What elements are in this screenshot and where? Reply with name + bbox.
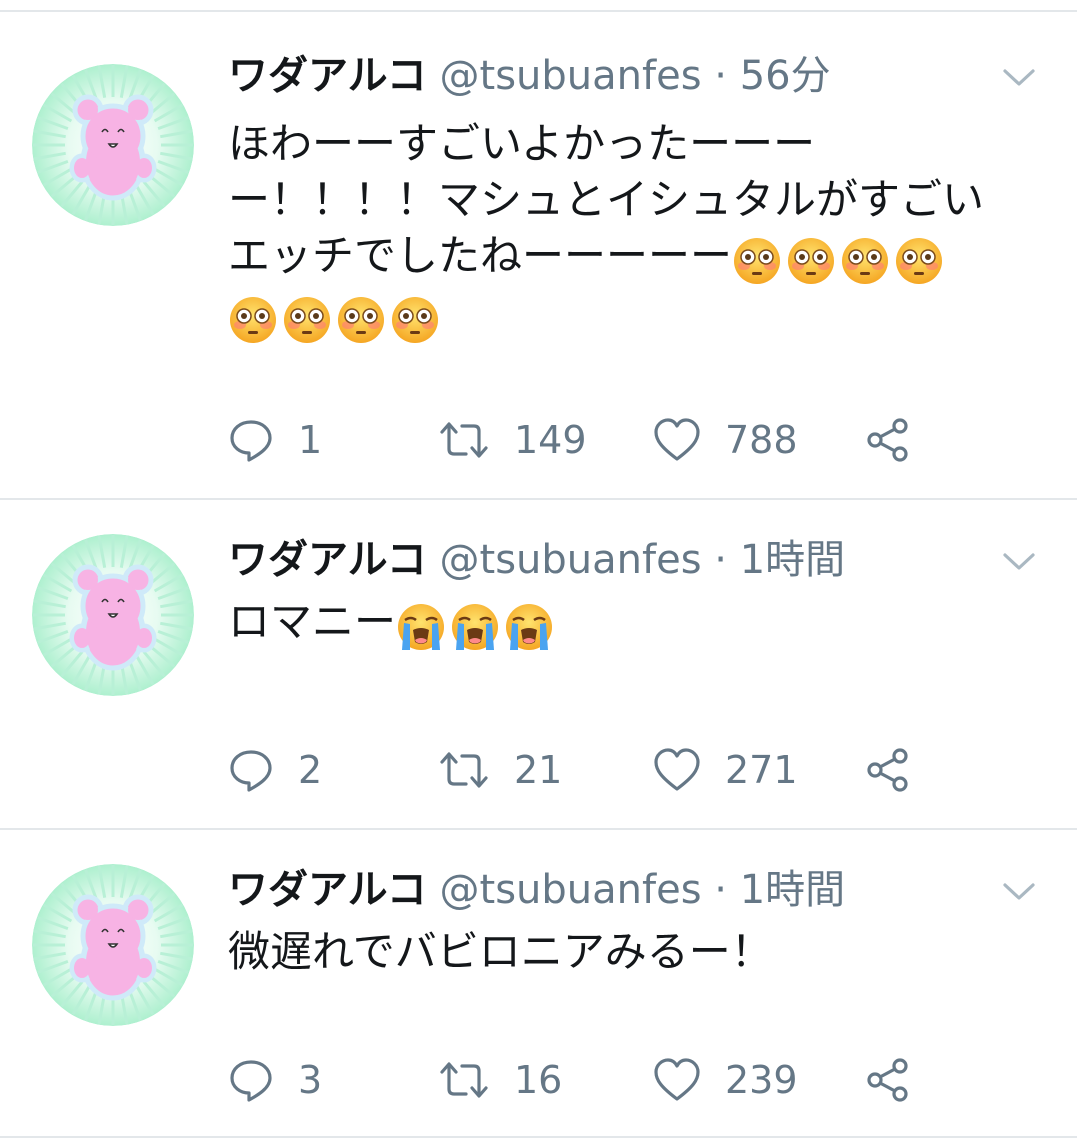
loudly-crying-face-emoji: [398, 604, 445, 650]
separator-dot: ·: [714, 537, 727, 583]
user-handle[interactable]: @tsubuanfes: [440, 537, 702, 583]
flushed-face-emoji: [392, 296, 438, 343]
chevron-down-icon[interactable]: [999, 876, 1039, 906]
avatar[interactable]: [32, 534, 194, 696]
like-count: 239: [725, 1058, 798, 1102]
tweet-1[interactable]: ワダアルコ @tsubuanfes · 56分 ほわーーすごいよかったーーー ー…: [0, 12, 1077, 500]
tweet-header: ワダアルコ @tsubuanfes · 1時間: [228, 530, 997, 590]
reply-button[interactable]: 3: [228, 1050, 322, 1110]
tweet-actions: 2 21 271: [228, 740, 988, 800]
retweet-icon: [438, 417, 490, 463]
share-button[interactable]: [864, 1050, 912, 1110]
heart-icon: [653, 747, 701, 793]
flushed-face-emoji: [788, 238, 835, 284]
share-button[interactable]: [864, 740, 912, 800]
like-count: 271: [725, 748, 798, 792]
retweet-button[interactable]: 149: [438, 410, 587, 470]
flushed-face-emoji: [284, 296, 330, 343]
reply-bubble-icon: [228, 1057, 274, 1103]
tweet-actions: 1 149 788: [228, 410, 988, 470]
retweet-button[interactable]: 21: [438, 740, 562, 800]
loudly-crying-face-emoji: [452, 604, 499, 650]
timestamp[interactable]: 1時間: [740, 537, 845, 583]
flushed-face-emoji: [734, 238, 781, 284]
reply-button[interactable]: 1: [228, 410, 322, 470]
reply-count: 3: [298, 1058, 323, 1102]
share-icon: [864, 416, 912, 464]
retweet-count: 149: [514, 418, 587, 462]
display-name[interactable]: ワダアルコ: [228, 53, 427, 99]
tweet-header: ワダアルコ @tsubuanfes · 1時間: [228, 860, 997, 920]
flushed-face-emoji: [230, 296, 276, 343]
separator-dot: ·: [714, 867, 727, 913]
share-button[interactable]: [864, 410, 912, 470]
tweet-actions: 3 16 239: [228, 1050, 988, 1110]
flushed-face-emoji: [896, 238, 943, 284]
display-name[interactable]: ワダアルコ: [228, 537, 427, 583]
tweet-text-line: ほわーーすごいよかったーーー: [228, 119, 816, 168]
tweet-text-line: 微遅れでバビロニアみるー！: [228, 927, 773, 976]
loudly-crying-face-emoji: [506, 604, 553, 650]
tweet-3[interactable]: ワダアルコ @tsubuanfes · 1時間 微遅れでバビロニアみるー！ 3 …: [0, 830, 1077, 1138]
retweet-count: 16: [514, 1058, 563, 1102]
like-count: 788: [725, 418, 798, 462]
flushed-face-emoji-row: [732, 231, 948, 287]
reply-bubble-icon: [228, 747, 274, 793]
tweet-text: ロマニー: [228, 594, 1048, 653]
tweet-text: 微遅れでバビロニアみるー！: [228, 924, 1048, 980]
tweet-text-line: ー！！！！マシュとイシュタルがすごい: [228, 175, 985, 224]
user-handle[interactable]: @tsubuanfes: [440, 53, 702, 99]
share-icon: [864, 746, 912, 794]
retweet-icon: [438, 1057, 490, 1103]
like-button[interactable]: 788: [653, 410, 798, 470]
avatar[interactable]: [32, 864, 194, 1026]
avatar[interactable]: [32, 64, 194, 226]
tweet-text-line: エッチでしたねーーーーー: [228, 228, 1048, 287]
loudly-crying-face-emoji-row: [396, 597, 558, 653]
separator-dot: ·: [714, 53, 727, 99]
flushed-face-emoji: [338, 296, 384, 343]
chevron-down-icon[interactable]: [999, 62, 1039, 92]
tweet-2[interactable]: ワダアルコ @tsubuanfes · 1時間 ロマニー 2 21 271: [0, 500, 1077, 830]
retweet-button[interactable]: 16: [438, 1050, 562, 1110]
reply-count: 2: [298, 748, 323, 792]
heart-icon: [653, 417, 701, 463]
retweet-icon: [438, 747, 490, 793]
like-button[interactable]: 271: [653, 740, 798, 800]
like-button[interactable]: 239: [653, 1050, 798, 1110]
reply-count: 1: [298, 418, 323, 462]
tweet-text-line: ロマニー: [228, 594, 1048, 653]
display-name[interactable]: ワダアルコ: [228, 867, 427, 913]
reply-button[interactable]: 2: [228, 740, 322, 800]
tweet-text: ほわーーすごいよかったーーー ー！！！！マシュとイシュタルがすごい エッチでした…: [228, 116, 1048, 345]
share-icon: [864, 1056, 912, 1104]
retweet-count: 21: [514, 748, 563, 792]
chevron-down-icon[interactable]: [999, 546, 1039, 576]
timestamp[interactable]: 56分: [740, 53, 831, 99]
reply-bubble-icon: [228, 417, 274, 463]
heart-icon: [653, 1057, 701, 1103]
timestamp[interactable]: 1時間: [740, 867, 845, 913]
flushed-face-emoji-row: [228, 289, 444, 345]
tweet-text-line: [228, 287, 1048, 346]
flushed-face-emoji: [842, 238, 889, 284]
user-handle[interactable]: @tsubuanfes: [440, 867, 702, 913]
tweet-header: ワダアルコ @tsubuanfes · 56分: [228, 46, 997, 106]
